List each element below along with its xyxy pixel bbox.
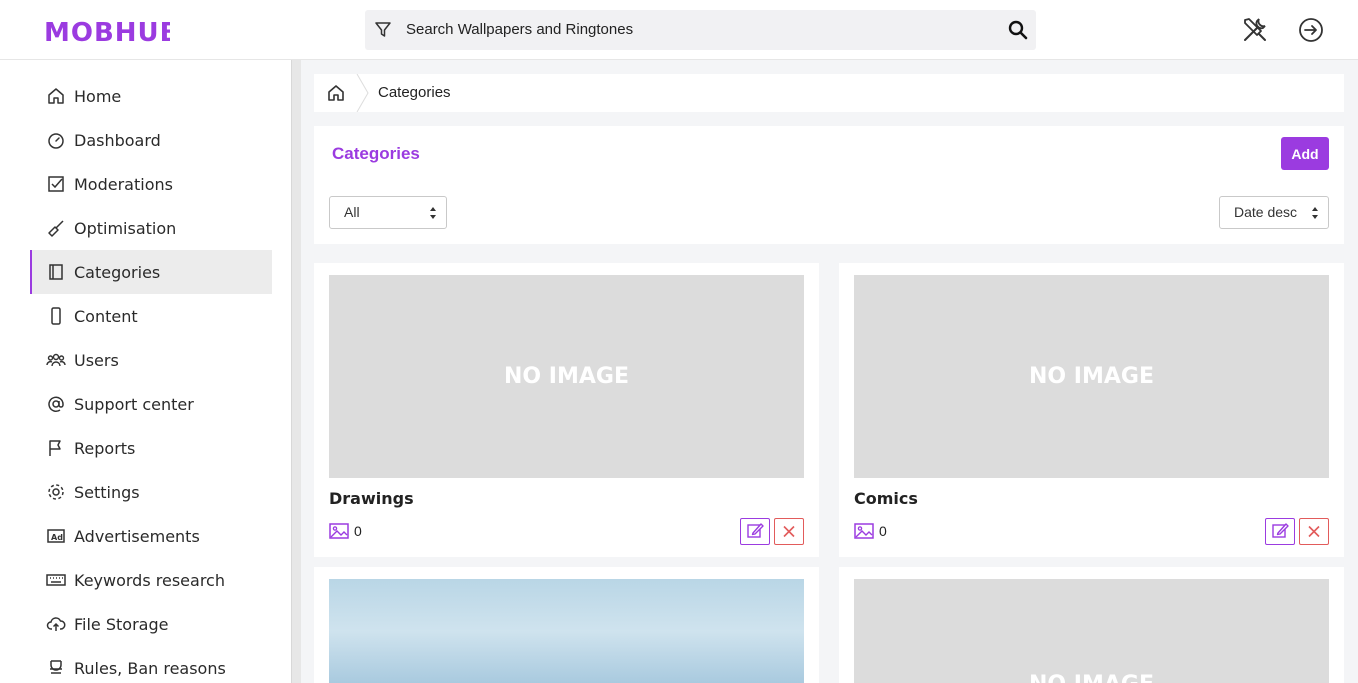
sidebar-item-label: Support center: [74, 394, 194, 414]
checkbox-icon: [48, 176, 64, 192]
category-card[interactable]: NO IMAGE Drawings 0: [314, 263, 819, 557]
sidebar-item-settings[interactable]: Settings: [30, 470, 272, 514]
no-image-label: NO IMAGE: [1029, 364, 1154, 389]
category-name: Comics: [854, 489, 918, 508]
sidebar-item-file-storage[interactable]: File Storage: [30, 602, 272, 646]
no-image-label: NO IMAGE: [1029, 672, 1154, 683]
gauge-icon: [48, 133, 64, 149]
category-image-placeholder[interactable]: NO IMAGE: [854, 579, 1329, 683]
sidebar-item-reports[interactable]: Reports: [30, 426, 272, 470]
select-arrows-icon: [430, 207, 436, 219]
sort-select[interactable]: Date desc: [1219, 196, 1329, 229]
sidebar-item-label: Rules, Ban reasons: [74, 658, 226, 678]
sidebar-scrollbar[interactable]: [291, 60, 301, 683]
edit-button[interactable]: [740, 518, 770, 545]
breadcrumb: Categories: [314, 74, 1344, 112]
sidebar-item-content[interactable]: Content: [30, 294, 272, 338]
search-icon[interactable]: [1008, 20, 1028, 40]
edit-icon: [1272, 523, 1289, 538]
close-icon: [783, 525, 795, 538]
sidebar-item-home[interactable]: Home: [30, 74, 272, 118]
sidebar-item-label: Reports: [74, 438, 136, 458]
flag-icon: [49, 440, 61, 456]
category-image-placeholder[interactable]: NO IMAGE: [329, 275, 804, 478]
sidebar-item-dashboard[interactable]: Dashboard: [30, 118, 272, 162]
sidebar-item-label: Dashboard: [74, 130, 161, 150]
image-icon: [329, 523, 349, 539]
at-icon: [48, 396, 64, 412]
page-title: Categories: [332, 144, 420, 163]
sidebar-item-categories[interactable]: Categories: [30, 250, 272, 294]
home-icon[interactable]: [326, 83, 346, 103]
category-image-placeholder[interactable]: NO IMAGE: [854, 275, 1329, 478]
category-image[interactable]: [329, 579, 804, 683]
sidebar-item-rules-ban-reasons[interactable]: Rules, Ban reasons: [30, 646, 272, 683]
book-icon: [49, 264, 63, 280]
sidebar-item-label: Moderations: [74, 174, 173, 194]
sidebar-item-label: Optimisation: [74, 218, 177, 238]
filter-icon[interactable]: [373, 20, 393, 40]
badge-icon: [50, 660, 62, 674]
sidebar-item-support-center[interactable]: Support center: [30, 382, 272, 426]
top-header: MOBHUB Search Wallpapers and Ringtones: [0, 0, 1358, 60]
gear-icon: [48, 484, 64, 500]
mobhub-logo[interactable]: MOBHUB: [44, 13, 170, 47]
sidebar: Home Dashboard Moderations Optimisation …: [0, 60, 292, 683]
close-icon: [1308, 525, 1320, 538]
sort-select-value: Date desc: [1234, 204, 1298, 220]
home-icon: [48, 88, 64, 104]
sidebar-item-keywords-research[interactable]: Keywords research: [30, 558, 272, 602]
sidebar-item-label: Content: [74, 306, 138, 326]
image-count: 0: [354, 523, 362, 539]
breadcrumb-separator: [356, 74, 369, 112]
broom-icon: [48, 220, 64, 237]
keyboard-icon: [46, 574, 66, 586]
sidebar-item-label: Home: [74, 86, 122, 106]
select-arrows-icon: [1312, 207, 1318, 219]
image-count: 0: [879, 523, 887, 539]
search-input[interactable]: Search Wallpapers and Ringtones: [406, 21, 633, 38]
phone-icon: [51, 307, 61, 325]
category-card[interactable]: NO IMAGE Comics 0: [839, 263, 1344, 557]
image-icon: [854, 523, 874, 539]
cloud-upload-icon: [46, 617, 66, 631]
breadcrumb-current: Categories: [378, 84, 451, 101]
search-bar[interactable]: Search Wallpapers and Ringtones: [365, 10, 1036, 50]
category-card[interactable]: NO IMAGE: [839, 567, 1344, 683]
delete-button[interactable]: [774, 518, 804, 545]
logout-icon[interactable]: [1296, 15, 1326, 45]
sidebar-item-label: Categories: [74, 262, 161, 282]
sidebar-item-moderations[interactable]: Moderations: [30, 162, 272, 206]
users-icon: [46, 353, 66, 367]
sidebar-item-label: File Storage: [74, 614, 169, 634]
delete-button[interactable]: [1299, 518, 1329, 545]
ad-icon: Ad: [47, 529, 65, 543]
sidebar-item-optimisation[interactable]: Optimisation: [30, 206, 272, 250]
category-card[interactable]: [314, 567, 819, 683]
svg-text:MOBHUB: MOBHUB: [44, 18, 170, 47]
sidebar-item-label: Users: [74, 350, 119, 370]
edit-icon: [747, 523, 764, 538]
svg-text:Ad: Ad: [51, 533, 63, 542]
main-content: Categories Categories Add All Date desc …: [301, 60, 1358, 683]
sidebar-item-label: Settings: [74, 482, 140, 502]
edit-button[interactable]: [1265, 518, 1295, 545]
tools-icon[interactable]: [1240, 15, 1270, 45]
filter-select-value: All: [344, 204, 360, 220]
add-button[interactable]: Add: [1281, 137, 1329, 170]
sidebar-item-advertisements[interactable]: Ad Advertisements: [30, 514, 272, 558]
filter-select[interactable]: All: [329, 196, 447, 229]
sidebar-item-label: Advertisements: [74, 526, 200, 546]
no-image-label: NO IMAGE: [504, 364, 629, 389]
sidebar-item-users[interactable]: Users: [30, 338, 272, 382]
category-name: Drawings: [329, 489, 414, 508]
sidebar-item-label: Keywords research: [74, 570, 225, 590]
categories-panel: Categories Add All Date desc: [314, 126, 1344, 244]
